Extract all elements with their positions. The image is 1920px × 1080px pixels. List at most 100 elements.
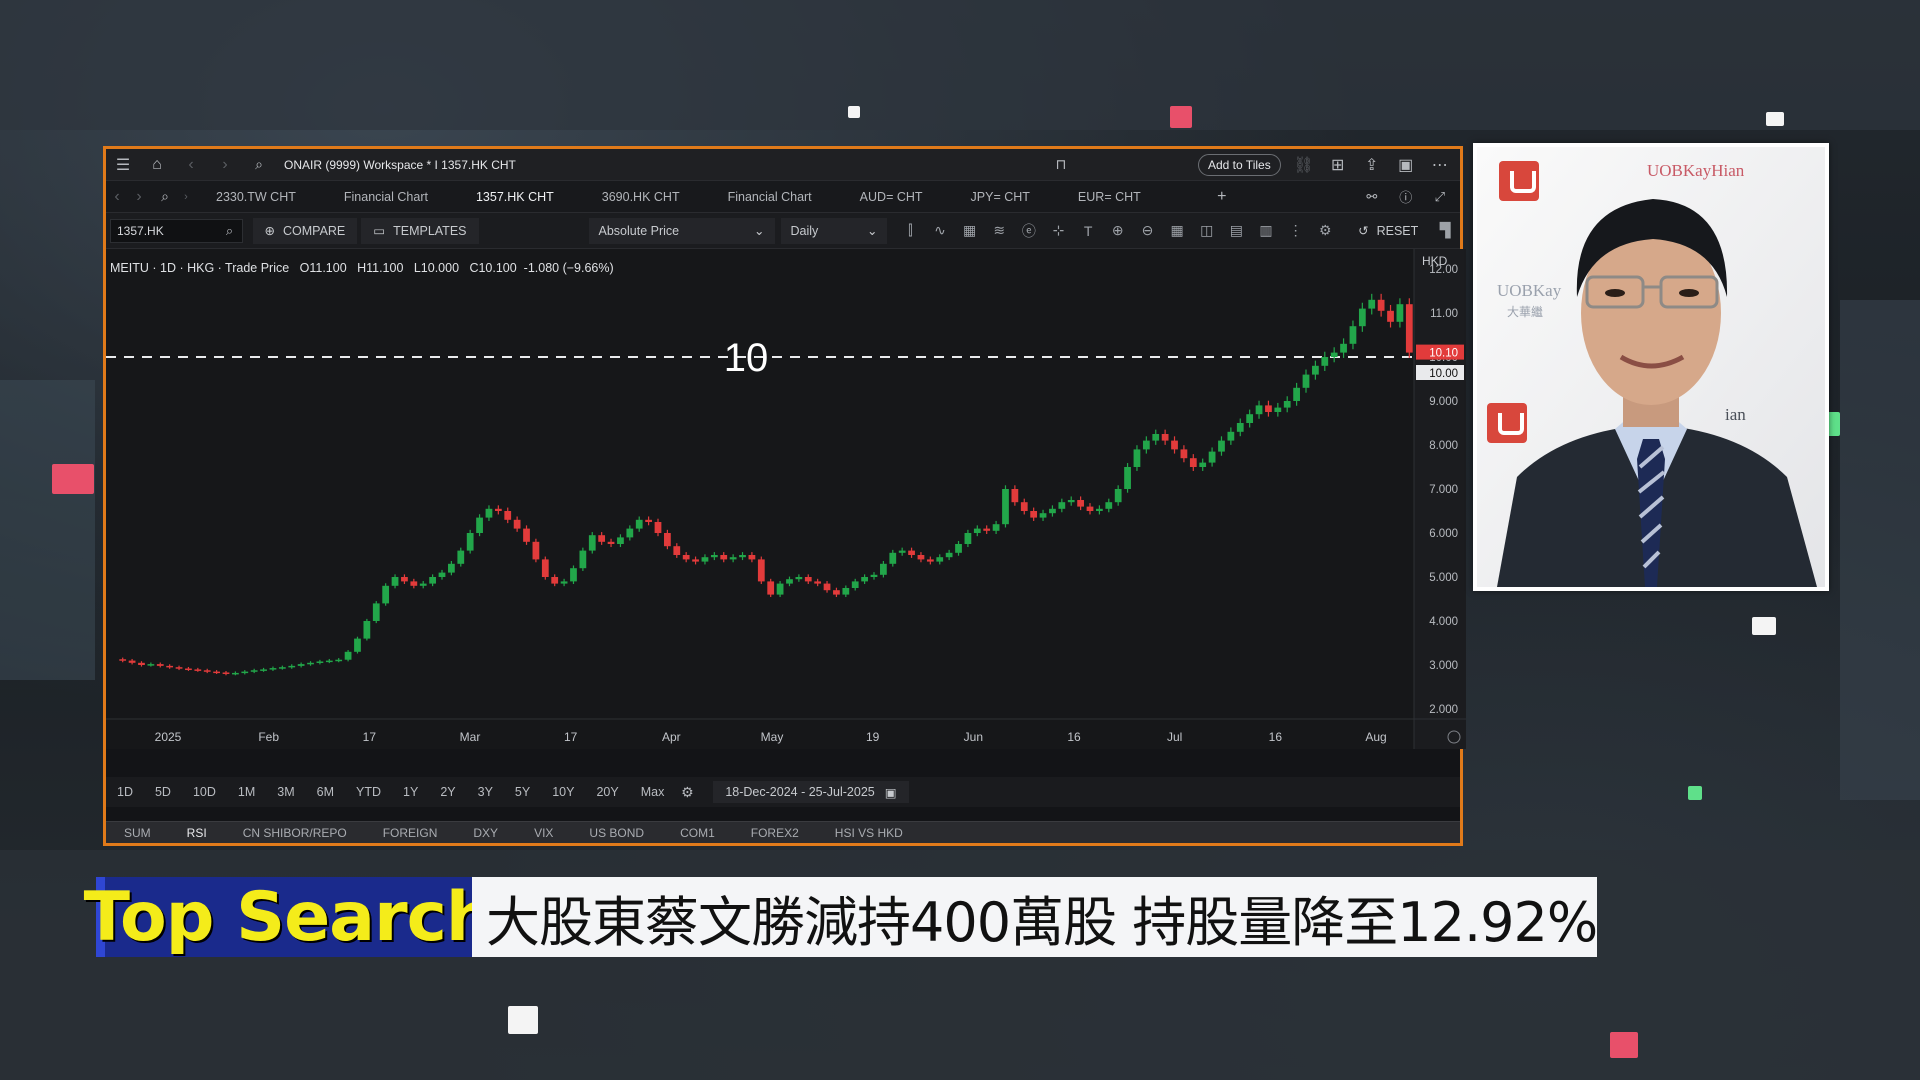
back-arrow-icon[interactable]: ‹ (174, 150, 208, 180)
footer-tab[interactable]: DXY (455, 826, 516, 840)
candle-body (241, 671, 249, 674)
add-to-tiles-button[interactable]: Add to Tiles (1198, 153, 1281, 176)
tab-back-icon[interactable]: ‹ (106, 182, 128, 212)
tab-search-icon[interactable]: ⌕ (150, 182, 180, 212)
candle-body (588, 535, 596, 551)
new-window-icon[interactable]: ⊞ (1321, 150, 1355, 180)
legend-close: C10.100 (469, 261, 517, 275)
search-icon[interactable]: ⌕ (242, 150, 276, 180)
more-tools-icon[interactable]: ⋮ (1281, 222, 1311, 239)
period-button[interactable]: 10D (182, 785, 227, 799)
chart-tab[interactable]: JPY= CHT (947, 181, 1054, 213)
period-button[interactable]: 1M (227, 785, 266, 799)
period-button[interactable]: 3M (266, 785, 305, 799)
indicator-tool-icon[interactable]: ∿ (925, 222, 955, 239)
candle-body (579, 550, 587, 569)
share-icon[interactable]: ⇪ (1355, 150, 1389, 180)
price-chart[interactable]: HKD12.0011.0010.009.0008.0007.0006.0005.… (106, 249, 1466, 749)
footer-tab[interactable]: US BOND (571, 826, 662, 840)
y-tick-label: 2.000 (1429, 704, 1458, 716)
footer-tab[interactable]: SUM (106, 826, 169, 840)
workspace-title[interactable]: ONAIR (9999) Workspace * I 1357.HK CHT (284, 158, 1044, 172)
y-axis-panel (1414, 249, 1466, 749)
footer-tab[interactable]: VIX (516, 826, 571, 840)
chart-tab[interactable]: 1357.HK CHT (452, 181, 578, 213)
price-type-dropdown[interactable]: Absolute Price ⌄ (588, 217, 775, 244)
chart-tab[interactable]: Financial Chart (320, 181, 452, 213)
templates-button[interactable]: ▭ TEMPLATES (361, 217, 479, 244)
period-button[interactable]: 1Y (392, 785, 429, 799)
zoom-in-icon[interactable]: ⊕ (1103, 222, 1133, 239)
ric-input[interactable]: 1357.HK ⌕ (110, 216, 243, 246)
candle-body (1405, 304, 1413, 353)
zoom-out-icon[interactable]: ⊖ (1133, 222, 1163, 239)
layout-tool-icon[interactable]: ◫ (1192, 222, 1222, 239)
candle-body (494, 508, 502, 511)
period-button[interactable]: 5D (144, 785, 182, 799)
footer-tab[interactable]: COM1 (662, 826, 733, 840)
interval-dropdown[interactable]: Daily ⌄ (780, 217, 888, 244)
help-icon[interactable]: ⓘ (1389, 182, 1423, 212)
reset-button[interactable]: ↺ RESET (1346, 218, 1430, 244)
candle-body (382, 585, 390, 604)
compare-button[interactable]: ⊕ COMPARE (252, 217, 358, 244)
x-tick-label: 16 (1067, 730, 1081, 744)
paint-tool-icon[interactable]: ▜ (1430, 222, 1460, 239)
period-button[interactable]: Max (630, 785, 676, 799)
candle-body (1058, 502, 1066, 509)
volume-tool-icon[interactable]: ▥ (1251, 222, 1281, 239)
ric-search-icon[interactable]: ⌕ (218, 216, 242, 246)
candle-body (598, 535, 606, 542)
period-button[interactable]: 1D (106, 785, 144, 799)
text-tool-icon[interactable]: T (1073, 223, 1103, 239)
chart-tab[interactable]: EUR= CHT (1054, 181, 1165, 213)
chart-area[interactable]: HKD12.0011.0010.009.0008.0007.0006.0005.… (106, 249, 1466, 749)
period-button[interactable]: 20Y (585, 785, 629, 799)
candle-body (776, 583, 784, 595)
more-options-icon[interactable]: ⋯ (1423, 150, 1457, 180)
period-button[interactable]: 5Y (504, 785, 541, 799)
crosshair-tool-icon[interactable]: ⊹ (1044, 222, 1074, 239)
candle-body (448, 563, 455, 573)
footer-tab[interactable]: FOREIGN (365, 826, 456, 840)
date-range-picker[interactable]: 18-Dec-2024 - 25-Jul-2025 ▣ (713, 781, 909, 803)
forward-arrow-icon[interactable]: › (208, 150, 242, 180)
link-icon[interactable]: ⛓ (1287, 150, 1321, 180)
x-tick-label: 2025 (155, 730, 182, 744)
settings-tool-icon[interactable]: ⚙ (1310, 222, 1340, 239)
tab-expand-icon[interactable]: › (180, 182, 192, 212)
footer-tab[interactable]: HSI VS HKD (817, 826, 921, 840)
add-tab-icon[interactable]: + (1205, 182, 1239, 212)
candle-body (203, 670, 211, 672)
period-button[interactable]: YTD (345, 785, 392, 799)
period-settings-icon[interactable]: ⚙ (675, 777, 699, 807)
candle-body (344, 651, 352, 660)
footer-tab[interactable]: FOREX2 (733, 826, 817, 840)
tab-forward-icon[interactable]: › (128, 182, 150, 212)
chart-tab[interactable]: AUD= CHT (836, 181, 947, 213)
chart-tab[interactable]: 3690.HK CHT (578, 181, 704, 213)
grid-tool-icon[interactable]: ▦ (1162, 222, 1192, 239)
menu-icon[interactable]: ☰ (106, 150, 140, 180)
period-button[interactable]: 3Y (467, 785, 504, 799)
lines-tool-icon[interactable]: ≋ (984, 222, 1014, 239)
table-tool-icon[interactable]: ▤ (1222, 222, 1252, 239)
candle-body (307, 662, 314, 665)
period-button[interactable]: 2Y (429, 785, 466, 799)
events-tool-icon[interactable]: ⓔ (1014, 221, 1044, 241)
home-icon[interactable]: ⌂ (140, 150, 174, 180)
bars-tool-icon[interactable]: ▦ (955, 222, 985, 239)
chart-tab[interactable]: Financial Chart (704, 181, 836, 213)
save-icon[interactable]: ▣ (1389, 150, 1423, 180)
chevron-down-icon: ⌄ (754, 224, 765, 238)
tab-link-icon[interactable]: ⚯ (1355, 182, 1389, 212)
bookmark-icon[interactable]: ⊓ (1044, 150, 1078, 180)
footer-tab[interactable]: RSI (169, 826, 225, 840)
period-button[interactable]: 10Y (541, 785, 585, 799)
chart-tab[interactable]: 2330.TW CHT (192, 181, 320, 213)
maximize-icon[interactable]: ⤢ (1423, 182, 1457, 212)
period-button[interactable]: 6M (306, 785, 345, 799)
folder-icon: ▭ (373, 224, 386, 238)
footer-tab[interactable]: CN SHIBOR/REPO (225, 826, 365, 840)
candlestick-tool-icon[interactable]: ⫿ (895, 222, 925, 239)
